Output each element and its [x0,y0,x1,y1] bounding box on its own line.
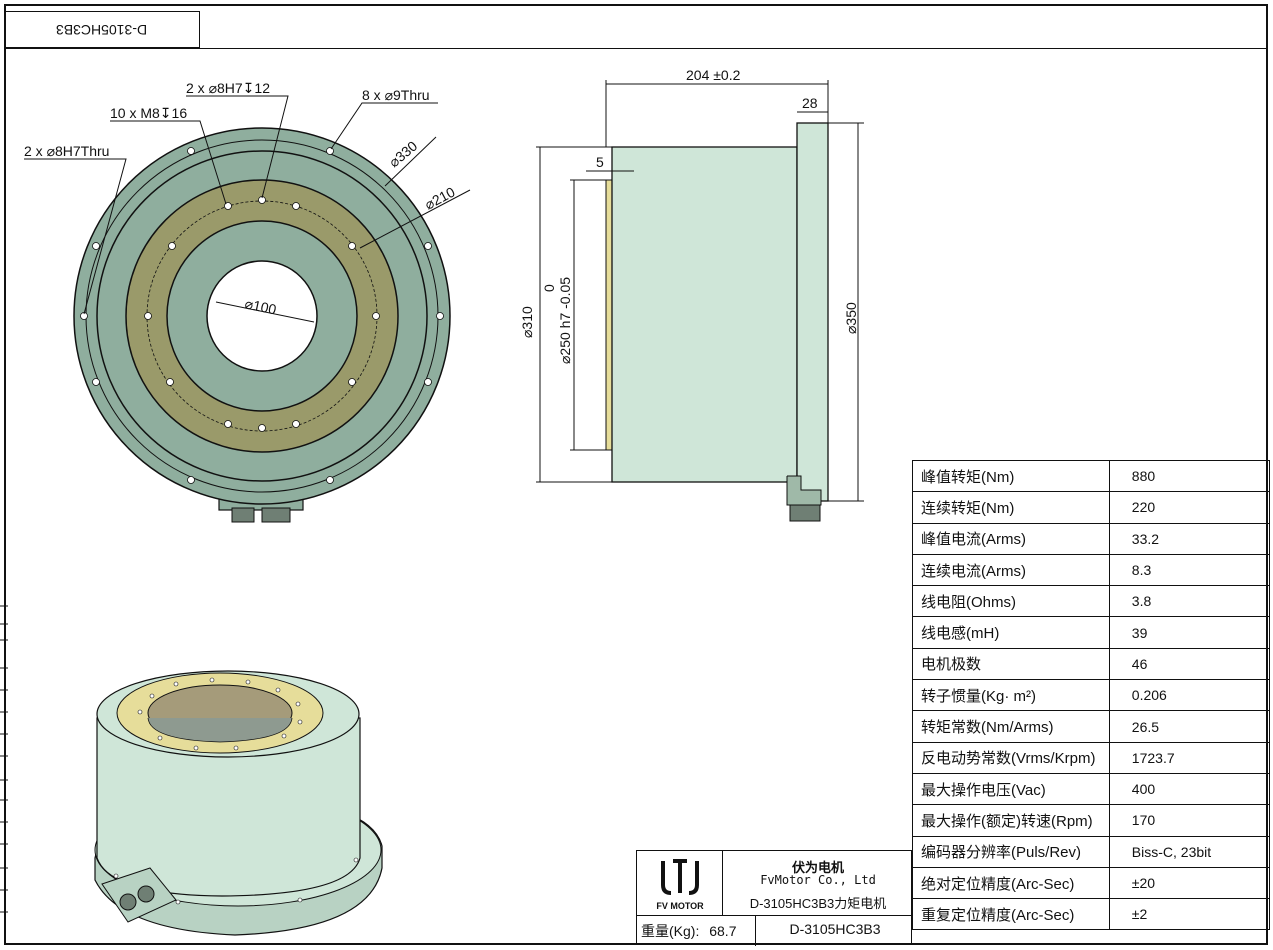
company-logo: FV MOTOR [637,851,723,915]
spec-row: 线电阻(Ohms) 3.8 [912,585,1271,618]
spec-label: 峰值转矩(Nm) [912,459,1110,493]
spec-value: 0.206 [1108,679,1271,712]
callout-dia-330: ⌀330 [386,137,421,170]
dim-dia-310: ⌀310 [519,306,535,338]
side-view: 204 ±0.2 28 5 ⌀310 ⌀250 h7 -0.05 0 ⌀350 [519,67,864,522]
spec-label: 最大操作(额定)转速(Rpm) [912,804,1110,837]
dim-dia-250: ⌀250 h7 -0.05 [557,277,573,364]
spec-value: 26.5 [1108,710,1271,743]
spec-row: 最大操作电压(Vac) 400 [912,772,1271,806]
spec-value: 3.8 [1108,585,1271,618]
spec-value: 880 [1108,459,1271,493]
dim-length: 204 ±0.2 [686,67,741,83]
spec-value: 33.2 [1108,522,1271,555]
side-connector-plug [789,504,821,522]
header-divider [4,48,1268,49]
spec-row: 绝对定位精度(Arc-Sec) ±20 [912,866,1271,900]
spec-row: 转子惯量(Kg· m²) 0.206 [912,679,1271,712]
spec-label: 最大操作电压(Vac) [912,772,1110,806]
weight-label: 重量(Kg): [641,923,700,939]
spec-label: 重复定位精度(Arc-Sec) [912,898,1110,931]
callout-dia-210: ⌀210 [422,183,458,212]
spec-label: 电机极数 [912,647,1110,681]
spec-label: 编码器分辨率(Puls/Rev) [912,835,1110,868]
spec-label: 转矩常数(Nm/Arms) [912,710,1110,743]
connector-plug-1 [231,507,255,523]
spec-value: 46 [1108,647,1271,681]
spec-row: 峰值转矩(Nm) 880 [912,459,1271,493]
spec-value: Biss-C, 23bit [1108,835,1271,868]
spec-row: 峰值电流(Arms) 33.2 [912,522,1271,555]
dim-flange: 28 [802,95,818,111]
fv-logo-icon [661,859,699,895]
spec-row: 重复定位精度(Arc-Sec) ±2 [912,898,1271,931]
spec-label: 连续转矩(Nm) [912,491,1110,524]
callout-tapped-m8: 10 x M8↧16 [110,105,187,121]
iso-connector-1 [119,893,137,911]
logo-text: FV MOTOR [656,901,704,911]
spec-label: 转子惯量(Kg· m²) [912,679,1110,712]
housing-body [611,146,798,483]
front-view: 2 x ⌀8H7Thru 10 x M8↧16 2 x ⌀8H7↧12 8 x … [24,80,471,523]
spec-row: 最大操作(额定)转速(Rpm) 170 [912,804,1271,837]
callout-holes-9-thru: 8 x ⌀9Thru [362,87,430,103]
spec-row: 电机极数 46 [912,647,1271,681]
spec-label: 绝对定位精度(Arc-Sec) [912,866,1110,900]
spec-row: 转矩常数(Nm/Arms) 26.5 [912,710,1271,743]
spec-label: 线电阻(Ohms) [912,585,1110,618]
spec-value: 1723.7 [1108,741,1271,774]
spec-label: 反电动势常数(Vrms/Krpm) [912,741,1110,774]
dim-dia-250-tol: 0 [541,284,557,292]
spec-value: 220 [1108,491,1271,524]
spec-table: 峰值转矩(Nm) 880 连续转矩(Nm) 220 峰值电流(Arms) 33.2 连续电流… [912,459,1271,931]
spec-value: 400 [1108,772,1271,806]
spec-row: 编码器分辨率(Puls/Rev) Biss-C, 23bit [912,835,1271,868]
weight-value: 68.7 [709,923,737,939]
rotor-face-edge [605,179,613,451]
iso-connector-2 [137,885,155,903]
title-block: FV MOTOR 伏为电机 FvMotor Co., Ltd D-3105HC3… [636,850,913,946]
flange [796,122,829,502]
isometric-view [94,670,383,936]
connector-plug-2 [261,507,291,523]
spec-label: 线电感(mH) [912,616,1110,649]
product-title: D-3105HC3B3力矩电机 [749,896,887,911]
company-name-en: FvMotor Co., Ltd [760,873,876,887]
weight-field: 重量(Kg): 68.7 [641,921,736,941]
spec-label: 峰值电流(Arms) [912,522,1110,555]
spec-value: ±2 [1108,898,1271,931]
spec-row: 连续电流(Arms) 8.3 [912,553,1271,587]
spec-row: 反电动势常数(Vrms/Krpm) 1723.7 [912,741,1271,774]
dim-step: 5 [596,154,604,170]
edge-ticks [0,605,8,913]
model-number: D-3105HC3B3 [789,921,881,937]
spec-value: 8.3 [1108,553,1271,587]
spec-value: ±20 [1108,866,1271,900]
spec-value: 170 [1108,804,1271,837]
callout-holes-8h7-thru: 2 x ⌀8H7Thru [24,143,109,159]
center-bore [206,260,318,372]
dim-dia-350: ⌀350 [843,302,859,334]
spec-row: 线电感(mH) 39 [912,616,1271,649]
spec-label: 连续电流(Arms) [912,553,1110,587]
callout-dowel-8h7: 2 x ⌀8H7↧12 [186,80,270,96]
spec-row: 连续转矩(Nm) 220 [912,491,1271,524]
spec-value: 39 [1108,616,1271,649]
